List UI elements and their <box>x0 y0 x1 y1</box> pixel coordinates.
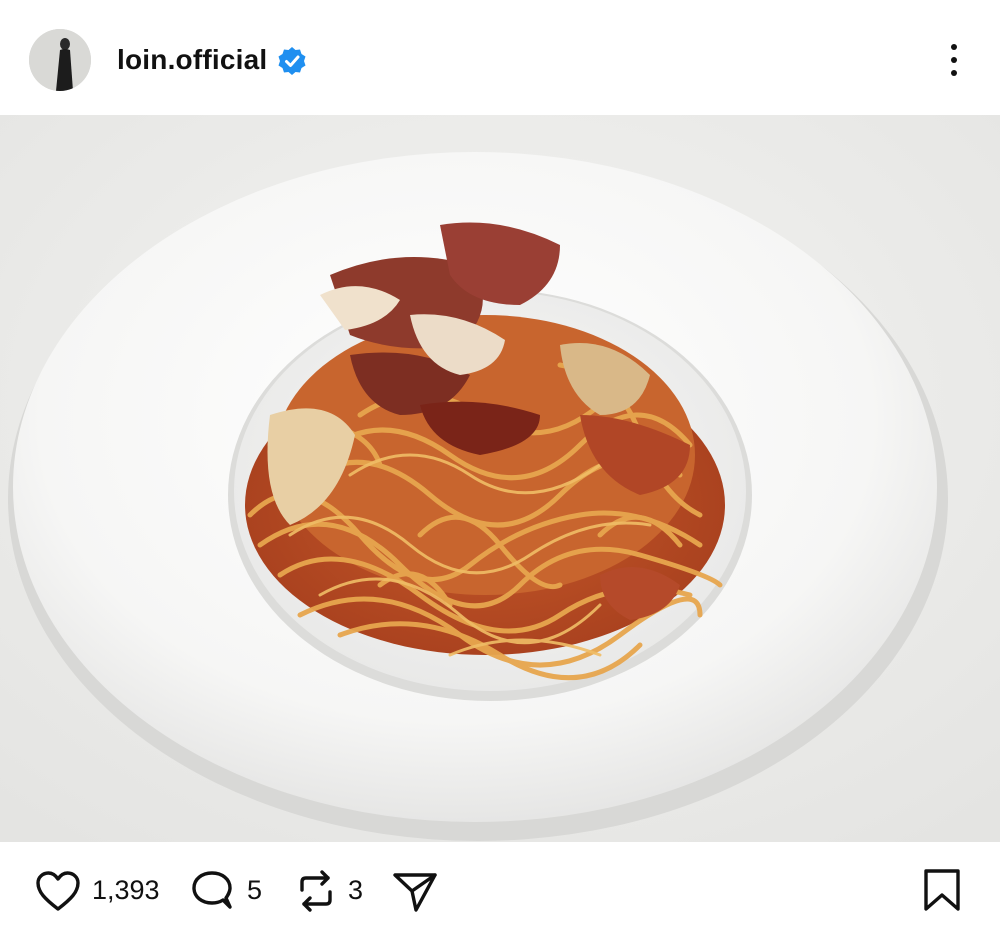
comment-bubble-icon[interactable] <box>189 870 235 914</box>
like-count: 1,393 <box>92 875 160 905</box>
post-image[interactable] <box>0 115 1000 842</box>
comment-count: 5 <box>247 875 263 905</box>
username[interactable]: loin.official <box>117 41 267 79</box>
bookmark-icon[interactable] <box>922 868 962 912</box>
action-bar: 1,393 5 3 <box>0 842 1000 935</box>
repost-icon[interactable] <box>294 868 338 914</box>
heart-icon[interactable] <box>35 870 81 912</box>
pasta-photo <box>0 115 1000 842</box>
post-header: loin.official <box>0 0 1000 115</box>
avatar[interactable] <box>29 29 91 91</box>
repost-count: 3 <box>348 875 364 905</box>
more-options-icon[interactable] <box>940 42 968 78</box>
send-icon[interactable] <box>392 870 438 914</box>
verified-badge-icon <box>278 47 306 75</box>
